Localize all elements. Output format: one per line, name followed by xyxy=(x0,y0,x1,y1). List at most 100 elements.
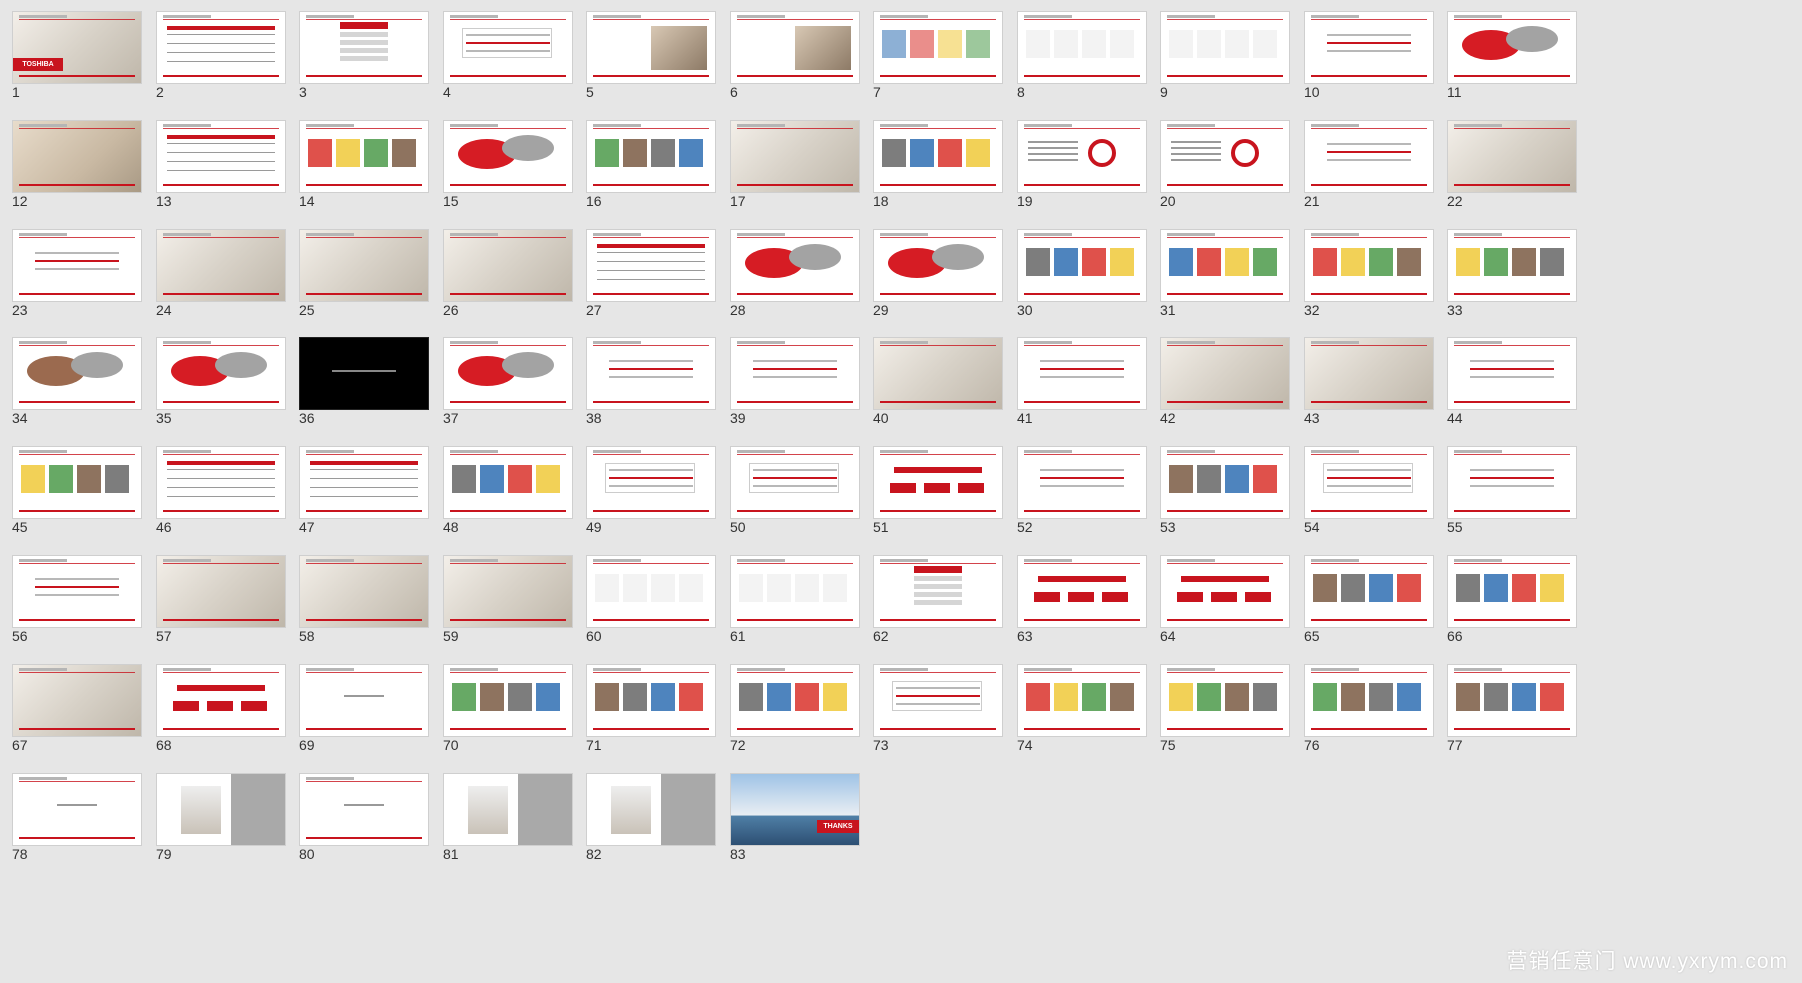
slide-thumbnail[interactable] xyxy=(1160,120,1290,193)
slide-thumbnail[interactable] xyxy=(12,120,142,193)
slide-item[interactable]: 13 xyxy=(156,120,286,230)
slide-item[interactable]: 21 xyxy=(1304,120,1434,230)
slide-thumbnail[interactable] xyxy=(299,664,429,737)
slide-thumbnail[interactable] xyxy=(1447,229,1577,302)
slide-item[interactable]: 46 xyxy=(156,446,286,556)
slide-item[interactable]: 52 xyxy=(1017,446,1147,556)
slide-thumbnail[interactable] xyxy=(1160,11,1290,84)
slide-item[interactable]: 24 xyxy=(156,229,286,339)
slide-thumbnail[interactable] xyxy=(1017,337,1147,410)
slide-item[interactable]: 71 xyxy=(586,664,716,774)
slide-item[interactable]: 80 xyxy=(299,773,429,883)
slide-item[interactable]: 36 xyxy=(299,337,429,447)
slide-thumbnail[interactable] xyxy=(443,664,573,737)
slide-thumbnail[interactable] xyxy=(156,555,286,628)
slide-thumbnail[interactable] xyxy=(443,229,573,302)
slide-item[interactable]: TOSHIBA 1 xyxy=(12,11,142,121)
slide-thumbnail[interactable] xyxy=(156,446,286,519)
slide-thumbnail[interactable] xyxy=(873,11,1003,84)
slide-thumbnail[interactable] xyxy=(873,446,1003,519)
slide-thumbnail[interactable] xyxy=(586,120,716,193)
slide-thumbnail[interactable] xyxy=(1160,555,1290,628)
slide-thumbnail[interactable] xyxy=(586,446,716,519)
slide-thumbnail[interactable] xyxy=(873,555,1003,628)
slide-thumbnail[interactable] xyxy=(586,664,716,737)
slide-thumbnail[interactable] xyxy=(1017,664,1147,737)
slide-item[interactable]: 73 xyxy=(873,664,1003,774)
slide-item[interactable]: THANKS 83 xyxy=(730,773,860,883)
slide-item[interactable]: 49 xyxy=(586,446,716,556)
slide-item[interactable]: 60 xyxy=(586,555,716,665)
slide-item[interactable]: 43 xyxy=(1304,337,1434,447)
slide-item[interactable]: 58 xyxy=(299,555,429,665)
slide-item[interactable]: 11 xyxy=(1447,11,1577,121)
slide-item[interactable]: 59 xyxy=(443,555,573,665)
slide-thumbnail[interactable] xyxy=(1304,11,1434,84)
slide-item[interactable]: 50 xyxy=(730,446,860,556)
slide-thumbnail[interactable] xyxy=(443,555,573,628)
slide-item[interactable]: 10 xyxy=(1304,11,1434,121)
slide-thumbnail[interactable] xyxy=(586,229,716,302)
slide-thumbnail[interactable]: THANKS xyxy=(730,773,860,846)
slide-item[interactable]: 27 xyxy=(586,229,716,339)
slide-thumbnail[interactable] xyxy=(1017,229,1147,302)
slide-thumbnail[interactable] xyxy=(299,337,429,410)
slide-thumbnail[interactable] xyxy=(730,120,860,193)
slide-thumbnail[interactable] xyxy=(156,120,286,193)
slide-item[interactable]: 51 xyxy=(873,446,1003,556)
slide-item[interactable]: 72 xyxy=(730,664,860,774)
slide-thumbnail[interactable] xyxy=(730,11,860,84)
slide-item[interactable]: 75 xyxy=(1160,664,1290,774)
slide-thumbnail[interactable] xyxy=(12,773,142,846)
slide-thumbnail[interactable] xyxy=(1447,664,1577,737)
slide-thumbnail[interactable] xyxy=(299,11,429,84)
slide-item[interactable]: 61 xyxy=(730,555,860,665)
slide-thumbnail[interactable] xyxy=(1304,229,1434,302)
slide-item[interactable]: 18 xyxy=(873,120,1003,230)
slide-thumbnail[interactable] xyxy=(156,337,286,410)
slide-item[interactable]: 77 xyxy=(1447,664,1577,774)
slide-thumbnail[interactable] xyxy=(1447,120,1577,193)
slide-item[interactable]: 2 xyxy=(156,11,286,121)
slide-thumbnail[interactable] xyxy=(299,773,429,846)
slide-item[interactable]: 17 xyxy=(730,120,860,230)
slide-thumbnail[interactable] xyxy=(1304,664,1434,737)
slide-thumbnail[interactable] xyxy=(1160,229,1290,302)
slide-thumbnail[interactable] xyxy=(730,446,860,519)
slide-thumbnail[interactable] xyxy=(1447,446,1577,519)
slide-thumbnail[interactable] xyxy=(299,446,429,519)
slide-item[interactable]: 62 xyxy=(873,555,1003,665)
slide-item[interactable]: 63 xyxy=(1017,555,1147,665)
slide-thumbnail[interactable] xyxy=(873,120,1003,193)
slide-item[interactable]: 69 xyxy=(299,664,429,774)
slide-item[interactable]: 57 xyxy=(156,555,286,665)
slide-thumbnail[interactable] xyxy=(1017,555,1147,628)
slide-item[interactable]: 3 xyxy=(299,11,429,121)
slide-item[interactable]: 39 xyxy=(730,337,860,447)
slide-thumbnail[interactable] xyxy=(1160,337,1290,410)
slide-item[interactable]: 70 xyxy=(443,664,573,774)
slide-item[interactable]: 81 xyxy=(443,773,573,883)
slide-thumbnail[interactable] xyxy=(1304,337,1434,410)
slide-thumbnail[interactable] xyxy=(299,555,429,628)
slide-thumbnail[interactable] xyxy=(443,446,573,519)
slide-item[interactable]: 45 xyxy=(12,446,142,556)
slide-item[interactable]: 35 xyxy=(156,337,286,447)
slide-item[interactable]: 65 xyxy=(1304,555,1434,665)
slide-item[interactable]: 53 xyxy=(1160,446,1290,556)
slide-thumbnail[interactable] xyxy=(156,664,286,737)
slide-item[interactable]: 82 xyxy=(586,773,716,883)
slide-item[interactable]: 55 xyxy=(1447,446,1577,556)
slide-item[interactable]: 19 xyxy=(1017,120,1147,230)
slide-thumbnail[interactable] xyxy=(156,773,286,846)
slide-thumbnail[interactable] xyxy=(299,229,429,302)
slide-thumbnail[interactable] xyxy=(156,229,286,302)
slide-thumbnail[interactable] xyxy=(12,555,142,628)
slide-thumbnail[interactable] xyxy=(586,337,716,410)
slide-item[interactable]: 34 xyxy=(12,337,142,447)
slide-item[interactable]: 74 xyxy=(1017,664,1147,774)
slide-thumbnail[interactable] xyxy=(730,337,860,410)
slide-item[interactable]: 47 xyxy=(299,446,429,556)
slide-thumbnail[interactable] xyxy=(1017,11,1147,84)
slide-item[interactable]: 31 xyxy=(1160,229,1290,339)
